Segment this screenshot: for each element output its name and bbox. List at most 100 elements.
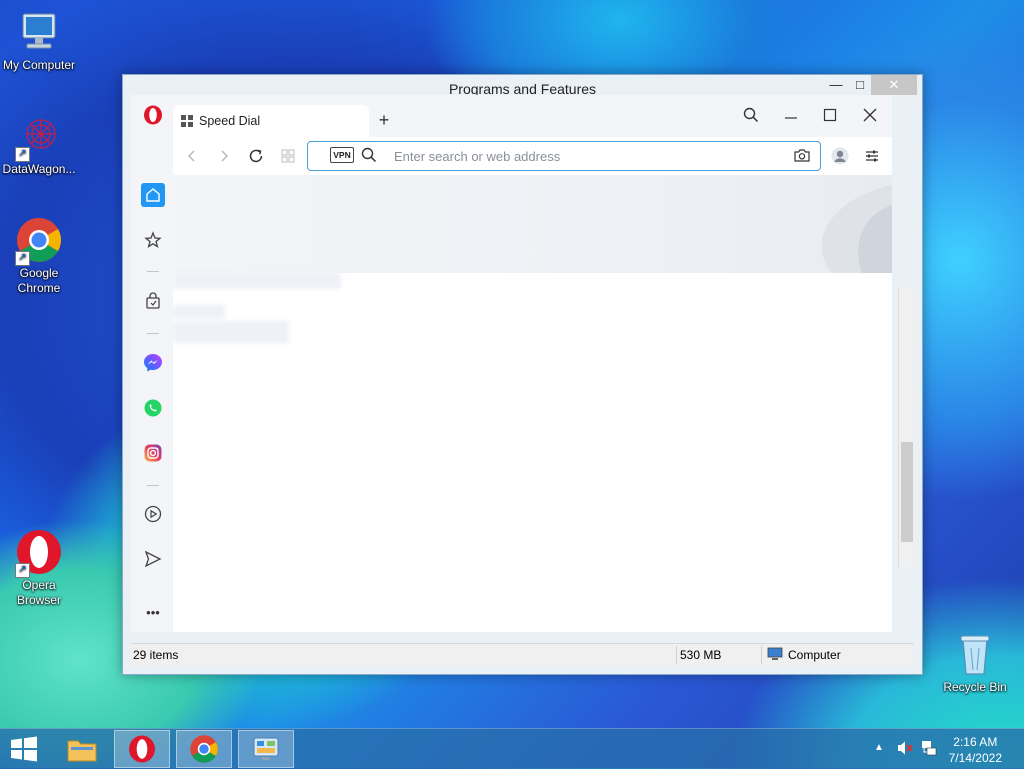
back-button[interactable]	[177, 141, 207, 171]
opera-icon	[129, 735, 155, 763]
clock-time: 2:16 AM	[953, 735, 998, 749]
easy-setup-button[interactable]	[857, 141, 887, 171]
forward-button[interactable]	[209, 141, 239, 171]
reload-icon	[249, 149, 263, 163]
taskbar-opera[interactable]	[114, 730, 170, 768]
computer-icon	[767, 647, 783, 664]
windows-logo-icon	[11, 736, 37, 762]
desktop-icon-label: Google Chrome	[17, 266, 61, 295]
desktop-icon-google-chrome[interactable]: ↗ Google Chrome	[1, 216, 77, 296]
network-icon[interactable]	[920, 739, 938, 760]
taskbar-control-panel[interactable]	[238, 730, 294, 768]
desktop-icon-datawagon[interactable]: ↗ DataWagon...	[1, 112, 77, 177]
opera-browser-window: ••• Speed Dial + VPN Enter search or web…	[131, 95, 892, 632]
close-button[interactable]: ✕	[871, 75, 917, 95]
status-location: Computer	[788, 648, 841, 662]
desktop-icon-label: Recycle Bin	[943, 680, 1007, 694]
sidebar-divider	[147, 485, 159, 486]
opera-logo-icon	[144, 105, 162, 125]
sidebar-whatsapp-button[interactable]	[141, 396, 165, 420]
taskbar-file-explorer[interactable]	[54, 730, 110, 768]
sidebar-messenger-button[interactable]	[141, 351, 165, 375]
sidebar-bookmarks-button[interactable]	[141, 228, 165, 252]
speed-dial-button[interactable]	[273, 141, 303, 171]
back-icon	[187, 150, 195, 162]
opera-sidebar: •••	[131, 95, 173, 632]
search-icon	[743, 107, 759, 123]
scrollbar-thumb[interactable]	[901, 442, 913, 542]
wallpaper-shape	[821, 185, 892, 273]
tab-speed-dial[interactable]: Speed Dial	[173, 105, 369, 137]
loading-placeholder	[173, 305, 225, 319]
chrome-icon: ↗	[15, 216, 63, 266]
control-panel-icon	[253, 737, 279, 760]
start-button[interactable]	[0, 730, 48, 768]
desktop-icon-label: DataWagon...	[2, 162, 76, 176]
sidebar-home-button[interactable]	[141, 183, 165, 207]
maximize-icon	[823, 108, 837, 122]
scrollbar[interactable]	[898, 287, 915, 567]
sidebar-send-button[interactable]	[141, 547, 165, 571]
sidebar-divider	[147, 271, 159, 272]
system-clock[interactable]: 2:16 AM 7/14/2022	[949, 734, 1002, 766]
shortcut-arrow-icon: ↗	[15, 563, 30, 578]
more-icon: •••	[146, 604, 160, 620]
close-button[interactable]	[855, 100, 885, 130]
clock-date: 7/14/2022	[948, 751, 1002, 765]
sidebar-divider	[147, 333, 159, 334]
profile-button[interactable]	[825, 141, 855, 171]
shortcut-arrow-icon: ↗	[15, 147, 30, 162]
opera-toolbar: VPN	[173, 137, 892, 175]
bag-icon	[146, 292, 160, 309]
status-separator	[676, 646, 677, 664]
camera-icon	[794, 149, 810, 162]
status-separator	[761, 646, 762, 664]
settings-sliders-icon	[866, 150, 878, 162]
address-bar[interactable]: VPN	[307, 141, 821, 171]
sidebar-player-button[interactable]	[141, 502, 165, 526]
volume-muted-icon[interactable]	[896, 739, 914, 760]
search-icon	[361, 147, 377, 163]
taskbar-chrome[interactable]	[176, 730, 232, 768]
tab-label: Speed Dial	[199, 114, 261, 128]
minimize-icon	[785, 117, 797, 119]
status-bar: 29 items 530 MB Computer	[131, 643, 914, 666]
avatar-icon	[831, 147, 849, 165]
desktop-icon-my-computer[interactable]: My Computer	[1, 8, 77, 73]
messenger-icon	[144, 354, 162, 372]
taskbar: ▲ 2:16 AM 7/14/2022	[0, 728, 1024, 769]
loading-placeholder	[173, 273, 341, 289]
desktop-icon-opera-browser[interactable]: ↗ Opera Browser	[1, 528, 77, 608]
vpn-badge[interactable]: VPN	[330, 147, 354, 163]
chrome-icon	[190, 735, 218, 763]
player-icon	[144, 505, 162, 523]
star-icon	[144, 231, 162, 249]
sidebar-instagram-button[interactable]	[141, 441, 165, 465]
sidebar-more-button[interactable]: •••	[141, 600, 165, 624]
close-icon	[863, 108, 877, 122]
whatsapp-icon	[144, 399, 162, 417]
folder-icon	[67, 740, 97, 762]
desktop-icon-label: My Computer	[2, 58, 76, 72]
show-hidden-icons-button[interactable]: ▲	[874, 742, 884, 753]
instagram-icon	[144, 444, 162, 462]
speed-dial-icon	[181, 115, 193, 127]
status-total-size: 530 MB	[680, 648, 722, 662]
recycle-bin-icon	[951, 630, 999, 678]
status-item-count: 29 items	[133, 648, 179, 662]
maximize-button[interactable]	[815, 100, 845, 130]
shortcut-arrow-icon: ↗	[15, 251, 30, 266]
send-icon	[144, 550, 162, 568]
reload-button[interactable]	[241, 141, 271, 171]
minimize-button[interactable]	[776, 100, 806, 130]
home-icon	[146, 188, 160, 202]
tab-search-button[interactable]	[736, 100, 766, 130]
opera-menu-button[interactable]	[141, 103, 165, 127]
new-tab-button[interactable]: +	[369, 105, 399, 135]
address-input[interactable]	[392, 145, 776, 167]
sidebar-shopping-button[interactable]	[141, 289, 165, 313]
forward-icon	[221, 150, 229, 162]
desktop-icon-recycle-bin[interactable]: Recycle Bin	[937, 630, 1013, 695]
opera-tab-bar: Speed Dial +	[173, 95, 892, 137]
grid-icon	[281, 149, 295, 163]
